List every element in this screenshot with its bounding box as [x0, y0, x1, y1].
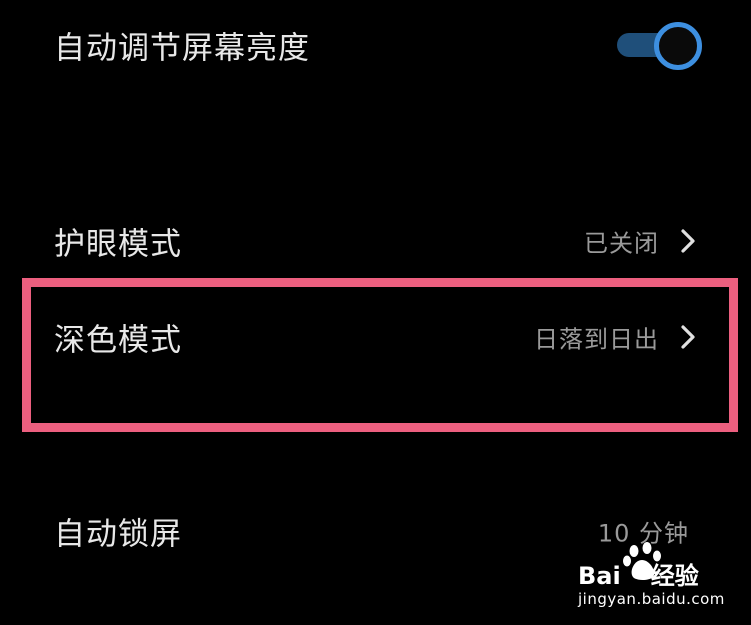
watermark-brand-right: 经验	[650, 562, 699, 590]
toggle-knob	[654, 22, 702, 70]
chevron-right-icon	[681, 229, 695, 253]
watermark-brand-left: Bai	[578, 562, 621, 590]
auto-brightness-toggle[interactable]	[617, 21, 702, 70]
dark-mode-row[interactable]: 深色模式 日落到日出	[0, 302, 751, 372]
watermark-brand: Bai 经验	[578, 556, 699, 591]
settings-screen: 自动调节屏幕亮度 护眼模式 已关闭 深色模式 日落到日出 自动锁屏 10 分钟	[0, 0, 751, 625]
auto-brightness-label: 自动调节屏幕亮度	[54, 30, 310, 67]
dark-mode-label: 深色模式	[54, 322, 182, 359]
watermark-url: jingyan.baidu.com	[578, 590, 725, 608]
auto-lock-label: 自动锁屏	[54, 516, 182, 553]
chevron-right-icon	[681, 325, 695, 349]
eye-comfort-row[interactable]: 护眼模式 已关闭	[0, 206, 751, 276]
dark-mode-value: 日落到日出	[534, 325, 659, 354]
eye-comfort-value: 已关闭	[584, 229, 659, 258]
eye-comfort-label: 护眼模式	[54, 226, 182, 263]
auto-brightness-row[interactable]: 自动调节屏幕亮度	[0, 10, 751, 80]
